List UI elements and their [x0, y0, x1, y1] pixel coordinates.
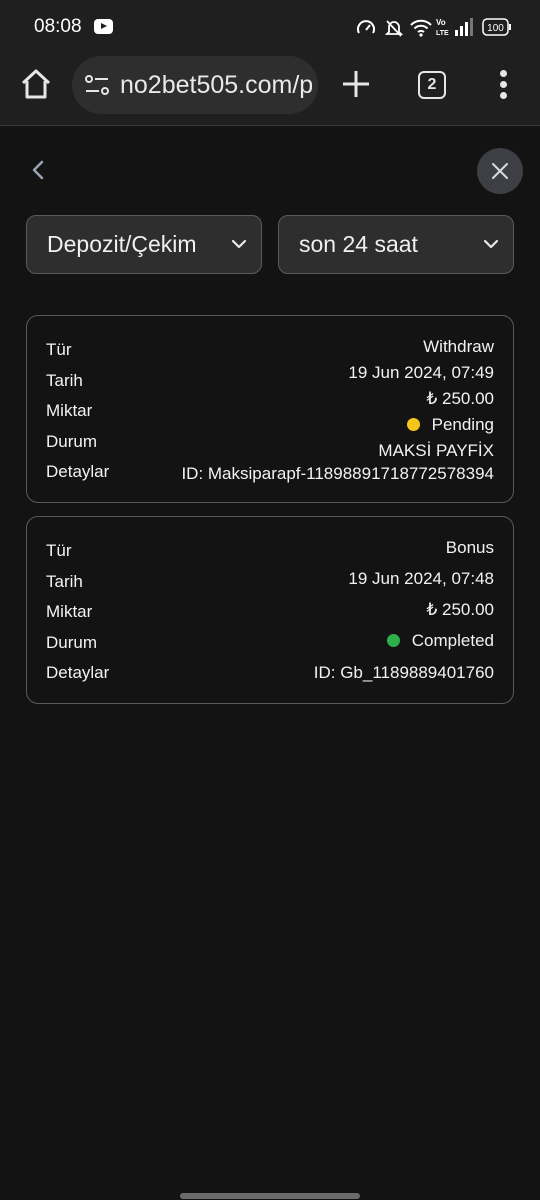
site-settings-icon[interactable] [84, 73, 110, 97]
chevron-down-icon [483, 239, 499, 249]
close-button[interactable] [477, 148, 523, 194]
type-label: Tür [46, 340, 72, 359]
transaction-type-value: Depozit/Çekim [47, 231, 197, 257]
chevron-left-icon[interactable] [26, 156, 52, 184]
status-text: Completed [411, 631, 494, 650]
transaction-card: Tür Tarih Miktar Durum Detaylar Bonus 19… [26, 516, 514, 704]
method-value: MAKSİ PAYFİX [378, 441, 494, 460]
status-text: Pending [431, 415, 494, 434]
status-time: 08:08 [34, 16, 82, 37]
battery-icon: 100 [482, 18, 511, 36]
plus-icon[interactable] [340, 68, 372, 100]
status-value: Completed [386, 631, 494, 651]
browser-toolbar: no2bet505.com/p 2 [0, 54, 540, 126]
speed-icon [357, 20, 375, 34]
youtube-icon [94, 19, 113, 34]
date-label: Tarih [46, 371, 83, 390]
tab-switcher-button[interactable]: 2 [418, 71, 446, 99]
date-value: 19 Jun 2024, 07:48 [348, 569, 494, 588]
svg-text:Vo: Vo [436, 18, 446, 27]
date-label: Tarih [46, 572, 83, 591]
battery-level: 100 [487, 23, 504, 34]
details-label: Detaylar [46, 462, 110, 481]
menu-icon[interactable] [494, 70, 514, 100]
time-period-select[interactable]: son 24 saat [278, 215, 514, 274]
type-value: Withdraw [423, 337, 494, 356]
transaction-card: Tür Tarih Miktar Durum Detaylar Withdraw… [26, 315, 514, 503]
transaction-id: ID: Maksiparapf-11898891718772578394 [181, 464, 494, 483]
type-label: Tür [46, 541, 72, 560]
transaction-id: ID: Gb_1189889401760 [313, 663, 494, 682]
signal-icon [455, 18, 473, 36]
address-bar[interactable]: no2bet505.com/p [72, 56, 318, 114]
svg-text:LTE: LTE [436, 30, 449, 37]
wifi-icon [410, 19, 432, 37]
status-value: Pending [406, 415, 494, 435]
home-icon[interactable] [18, 66, 54, 102]
amount-label: Miktar [46, 401, 93, 420]
chevron-down-icon [231, 239, 247, 249]
mute-icon [384, 20, 404, 37]
amount-value: ₺ 250.00 [426, 389, 494, 408]
status-label: Durum [46, 633, 98, 652]
status-label: Durum [46, 432, 98, 451]
date-value: 19 Jun 2024, 07:49 [348, 363, 494, 382]
type-value: Bonus [445, 538, 494, 557]
status-bar: 08:08 Vo LTE 100 [0, 0, 540, 54]
url-text[interactable]: no2bet505.com/p [120, 71, 312, 100]
amount-value: ₺ 250.00 [426, 600, 494, 619]
details-label: Detaylar [46, 663, 110, 682]
volte-icon: Vo LTE [436, 18, 449, 37]
status-dot [406, 418, 420, 431]
time-period-value: son 24 saat [299, 231, 418, 257]
amount-label: Miktar [46, 602, 93, 621]
gesture-nav-handle[interactable] [180, 1193, 360, 1199]
transaction-type-select[interactable]: Depozit/Çekim [26, 215, 262, 274]
close-icon [492, 163, 508, 179]
status-dot [386, 634, 400, 647]
